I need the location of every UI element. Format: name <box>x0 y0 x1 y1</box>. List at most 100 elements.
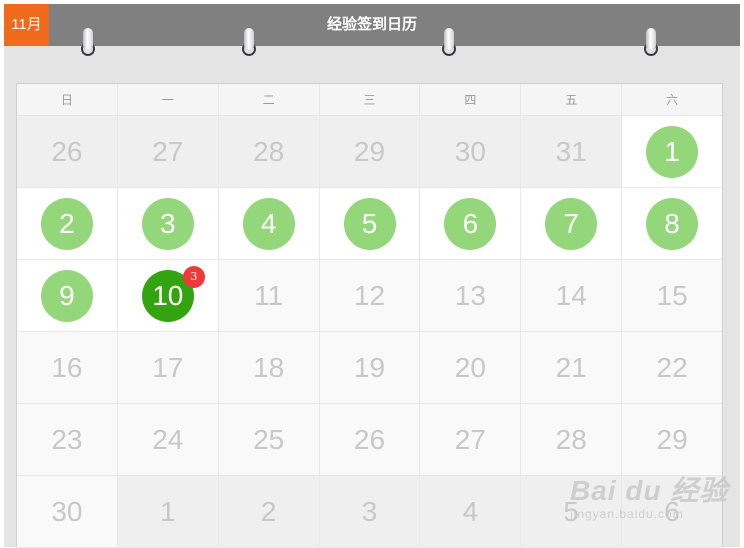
day-number: 5 <box>563 495 579 527</box>
day-cell-future[interactable]: 30 <box>17 476 118 548</box>
day-cell-signed[interactable]: 1 <box>622 116 723 188</box>
weekday-header-row: 日一二三四五六 <box>17 84 723 116</box>
day-cell-other[interactable]: 4 <box>420 476 522 548</box>
weekday-label: 四 <box>420 84 522 116</box>
day-number: 21 <box>555 351 587 383</box>
weekday-label: 五 <box>521 84 623 116</box>
calendar-week-row: 2345678 <box>17 188 723 260</box>
day-number: 26 <box>51 135 83 167</box>
day-cell-future[interactable]: 14 <box>521 260 623 332</box>
calendar-title: 经验签到日历 <box>326 16 417 33</box>
day-cell-signed[interactable]: 7 <box>521 188 623 260</box>
day-cell-future[interactable]: 11 <box>218 260 320 332</box>
weekday-label: 一 <box>117 84 219 116</box>
weekday-label: 二 <box>218 84 320 116</box>
day-cell-other[interactable]: 3 <box>319 476 421 548</box>
day-number: 20 <box>454 351 486 383</box>
day-cell-future[interactable]: 23 <box>17 404 118 476</box>
day-number: 3 <box>361 495 378 527</box>
day-cell-future[interactable]: 18 <box>218 332 320 404</box>
day-cell-future[interactable]: 28 <box>521 404 623 476</box>
day-cell-other[interactable]: 26 <box>17 116 118 188</box>
day-cell-future[interactable]: 22 <box>622 332 723 404</box>
day-number: 22 <box>656 351 688 383</box>
day-cell-other[interactable]: 27 <box>117 116 219 188</box>
weekday-label: 六 <box>622 84 723 116</box>
day-number: 29 <box>353 135 386 167</box>
day-number: 15 <box>656 279 688 311</box>
day-number: 25 <box>253 423 285 455</box>
calendar-header: 11月 经验签到日历 <box>4 4 740 46</box>
day-cell-other[interactable]: 30 <box>420 116 522 188</box>
day-cell-other[interactable]: 29 <box>319 116 421 188</box>
day-number: 24 <box>152 423 184 455</box>
day-number: 4 <box>242 197 295 250</box>
day-cell-future[interactable]: 26 <box>319 404 421 476</box>
weekday-label: 三 <box>319 84 421 116</box>
day-cell-other[interactable]: 1 <box>117 476 219 548</box>
binder-ring-icon <box>644 28 658 64</box>
day-number: 1 <box>159 495 176 527</box>
day-cell-other[interactable]: 5 <box>521 476 623 548</box>
day-number: 5 <box>343 197 396 250</box>
day-number: 16 <box>51 351 83 383</box>
day-cell-other[interactable]: 6 <box>622 476 723 548</box>
day-cell-future[interactable]: 29 <box>622 404 723 476</box>
day-cell-future[interactable]: 20 <box>420 332 522 404</box>
day-cell-future[interactable]: 15 <box>622 260 723 332</box>
day-cell-other[interactable]: 31 <box>521 116 623 188</box>
sign-count-badge: 3 <box>182 266 205 288</box>
day-number: 2 <box>40 197 93 250</box>
day-number: 3 <box>141 197 194 250</box>
day-number: 28 <box>253 135 285 167</box>
day-number: 27 <box>152 135 184 167</box>
day-number: 9 <box>40 269 93 322</box>
day-number: 18 <box>253 351 285 383</box>
day-number: 6 <box>444 197 497 250</box>
day-cell-future[interactable]: 27 <box>420 404 522 476</box>
day-number: 29 <box>656 423 688 455</box>
day-cell-signed[interactable]: 6 <box>420 188 522 260</box>
day-number: 28 <box>555 423 587 455</box>
day-cell-future[interactable]: 13 <box>420 260 522 332</box>
calendar-grid: 日一二三四五六 26 27 28 29 30 31 1 2 3 4 5 6 7 8 9 10 3 11 12 13 14… <box>16 83 723 548</box>
day-number: 30 <box>454 135 486 167</box>
day-cell-signed[interactable]: 2 <box>17 188 118 260</box>
day-cell-future[interactable]: 17 <box>117 332 219 404</box>
day-cell-future[interactable]: 16 <box>17 332 118 404</box>
day-cell-signed[interactable]: 5 <box>319 188 421 260</box>
calendar-week-row: 9 10 3 11 12 13 14 15 <box>17 260 723 332</box>
day-cell-other[interactable]: 28 <box>218 116 320 188</box>
day-number: 26 <box>353 423 386 455</box>
day-cell-other[interactable]: 2 <box>218 476 320 548</box>
day-cell-signed[interactable]: 3 <box>117 188 219 260</box>
calendar-week-row: 30 1 2 3 4 5 6 <box>17 476 723 548</box>
calendar-week-row: 26 27 28 29 30 31 1 <box>17 116 723 188</box>
day-number: 2 <box>260 495 277 527</box>
day-number: 19 <box>353 351 386 383</box>
day-cell-future[interactable]: 24 <box>117 404 219 476</box>
day-number: 6 <box>664 495 680 527</box>
day-number: 14 <box>555 279 587 311</box>
day-number: 13 <box>454 279 486 311</box>
binder-ring-icon <box>442 28 456 64</box>
day-number: 27 <box>454 423 486 455</box>
day-cell-future[interactable]: 19 <box>319 332 421 404</box>
day-cell-today[interactable]: 10 3 <box>117 260 219 332</box>
day-cell-signed[interactable]: 8 <box>622 188 723 260</box>
calendar-weeks: 26 27 28 29 30 31 1 2 3 4 5 6 7 8 9 10 3 11 12 13 14 15 16 17 18… <box>17 116 723 548</box>
binder-ring-icon <box>242 28 256 64</box>
day-number: 4 <box>462 495 479 527</box>
day-number: 17 <box>152 351 184 383</box>
day-cell-future[interactable]: 21 <box>521 332 623 404</box>
day-number: 11 <box>254 279 284 311</box>
day-cell-signed[interactable]: 9 <box>17 260 118 332</box>
day-number: 30 <box>51 495 83 527</box>
day-cell-future[interactable]: 25 <box>218 404 320 476</box>
day-number: 31 <box>555 135 587 167</box>
day-number: 12 <box>353 279 386 311</box>
day-cell-future[interactable]: 12 <box>319 260 421 332</box>
day-number: 23 <box>51 423 83 455</box>
day-number: 7 <box>545 197 598 250</box>
day-cell-signed[interactable]: 4 <box>218 188 320 260</box>
